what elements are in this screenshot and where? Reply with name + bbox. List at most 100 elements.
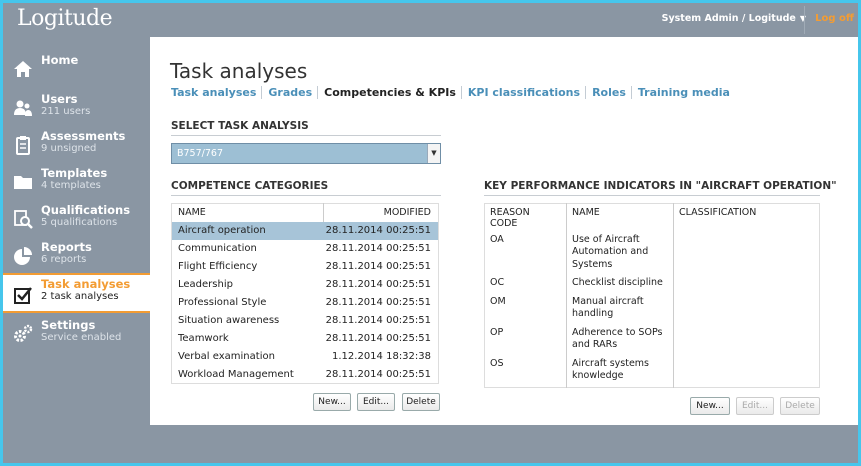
sidebar-item-sub: Service enabled [41,332,122,343]
cell-name: Flight Efficiency [178,261,258,272]
table-row[interactable]: Professional Style 28.11.2014 00:25:51 [172,294,439,312]
cell-name: Manual aircraft handling [566,293,674,325]
column-header-modified[interactable]: MODIFIED [323,203,439,222]
sidebar: Home Users 211 users Assessments 9 unsig… [3,37,150,425]
cell-reason-code: OM [490,295,506,307]
table-row[interactable]: Situation awareness 28.11.2014 00:25:51 [172,312,439,330]
sidebar-item-home[interactable]: Home [3,49,150,86]
sidebar-item-label: Users [41,92,78,106]
cell-classification [673,275,820,294]
cell-name: Communication [178,243,257,254]
table-header-row: REASON CODE NAME CLASSIFICATION [485,203,820,232]
cell-modified: 28.11.2014 00:25:51 [325,333,431,344]
competence-delete-button[interactable]: Delete [402,393,440,411]
competence-edit-button[interactable]: Edit... [357,393,395,411]
sidebar-item-sub: 2 task analyses [41,291,119,302]
footer-bar [3,425,858,463]
table-row[interactable]: Teamwork 28.11.2014 00:25:51 [172,330,439,348]
page-title: Task analyses [170,59,308,83]
cell-name: Professional Style [178,297,267,308]
app-window: Logitude System Admin / Logitude ▼ Log of… [3,3,858,463]
cell-reason-code: OS [490,357,504,369]
sidebar-item-label: Settings [41,318,96,332]
table-row[interactable]: Flight Efficiency 28.11.2014 00:25:51 [172,258,439,276]
table-row[interactable]: OM Manual aircraft handling [485,293,820,325]
column-header-classification[interactable]: CLASSIFICATION [673,203,820,232]
sidebar-item-users[interactable]: Users 211 users [3,88,150,125]
cell-reason-code: OA [490,233,504,245]
cell-modified: 28.11.2014 00:25:51 [325,243,431,254]
column-header-name[interactable]: NAME [171,203,324,222]
tab-bar: Task analyses Grades Competencies & KPIs KP… [171,86,735,99]
cell-modified: 28.11.2014 00:25:51 [323,221,439,240]
top-bar: Logitude System Admin / Logitude ▼ Log of… [3,3,858,37]
table-row[interactable]: Verbal examination 1.12.2014 18:32:38 [172,348,439,366]
select-value: B757/767 [177,148,223,159]
cell-classification [673,324,820,356]
cell-modified: 28.11.2014 00:25:51 [325,279,431,290]
cell-name: Workload Management [178,368,294,380]
cell-modified: 28.11.2014 00:25:51 [325,368,431,380]
sidebar-item-settings[interactable]: Settings Service enabled [3,314,150,351]
column-header-name[interactable]: NAME [566,203,674,232]
kpi-edit-button[interactable]: Edit... [736,397,774,415]
user-menu-label: System Admin / Logitude [661,13,796,24]
competence-heading: COMPETENCE CATEGORIES [171,180,441,196]
sidebar-item-qualifications[interactable]: Qualifications 5 qualifications [3,199,150,236]
cell-name: Adherence to SOPs and RARs [566,324,674,356]
cell-name: Situation awareness [178,315,280,326]
cell-name: Aircraft operation [171,221,324,240]
cell-name: Leadership [178,279,233,290]
home-icon [13,59,33,79]
table-row[interactable]: Workload Management 28.11.2014 00:25:51 [172,366,439,384]
kpi-heading: KEY PERFORMANCE INDICATORS IN "AIRCRAFT … [484,180,837,196]
table-row[interactable]: OS Aircraft systems knowledge [485,355,820,387]
sidebar-item-task-analyses[interactable]: Task analyses 2 task analyses [3,273,150,313]
sidebar-item-label: Task analyses [41,277,131,291]
cell-reason-code: OP [490,326,504,338]
competence-new-button[interactable]: New... [313,393,351,411]
select-heading: SELECT TASK ANALYSIS [171,120,441,136]
kpi-new-button[interactable]: New... [690,397,730,415]
sidebar-item-templates[interactable]: Templates 4 templates [3,162,150,199]
column-header-reason-code[interactable]: REASON CODE [485,204,567,232]
kpi-delete-button[interactable]: Delete [780,397,820,415]
tab-training-media[interactable]: Training media [630,86,735,99]
sidebar-item-sub: 9 unsigned [41,143,97,154]
sidebar-item-reports[interactable]: Reports 6 reports [3,236,150,273]
table-row[interactable]: OA Use of Aircraft Automation and Systems [485,231,820,275]
table-row[interactable]: Leadership 28.11.2014 00:25:51 [172,276,439,294]
sidebar-item-sub: 6 reports [41,254,87,265]
cell-classification [673,231,820,275]
sidebar-item-label: Reports [41,240,92,254]
tab-kpi-classifications[interactable]: KPI classifications [460,86,585,99]
clipboard-icon [13,135,33,155]
table-header-row: NAME MODIFIED [171,203,439,222]
sidebar-item-assessments[interactable]: Assessments 9 unsigned [3,125,150,162]
logoff-link[interactable]: Log off [804,6,858,34]
table-row[interactable]: Communication 28.11.2014 00:25:51 [172,240,439,258]
cell-modified: 28.11.2014 00:25:51 [325,261,431,272]
cell-reason-code: OC [490,277,505,288]
user-menu[interactable]: System Admin / Logitude ▼ [662,13,806,24]
tab-roles[interactable]: Roles [585,86,631,99]
cell-name: Teamwork [178,333,229,344]
task-analysis-select[interactable]: B757/767 ▼ [171,143,441,164]
competence-table: NAME MODIFIED Aircraft operation 28.11.20… [171,203,439,384]
cell-classification [673,355,820,387]
logo: Logitude [17,6,113,31]
tab-task-analyses[interactable]: Task analyses [171,86,261,99]
chevron-down-icon: ▼ [427,144,440,163]
cell-name: Verbal examination [178,351,275,362]
sidebar-item-sub: 211 users [41,106,91,117]
tab-competencies-kpis[interactable]: Competencies & KPIs [317,86,461,99]
sidebar-item-sub: 4 templates [41,180,101,191]
cell-name: Use of Aircraft Automation and Systems [566,231,674,275]
table-row[interactable]: OC Checklist discipline [485,275,820,294]
tab-grades[interactable]: Grades [261,86,317,99]
main-content: Task analyses Task analyses Grades Compete… [150,37,858,425]
table-row[interactable]: Aircraft operation 28.11.2014 00:25:51 [171,221,439,240]
users-icon [13,98,33,118]
sidebar-item-label: Home [41,53,79,67]
table-row[interactable]: OP Adherence to SOPs and RARs [485,324,820,356]
